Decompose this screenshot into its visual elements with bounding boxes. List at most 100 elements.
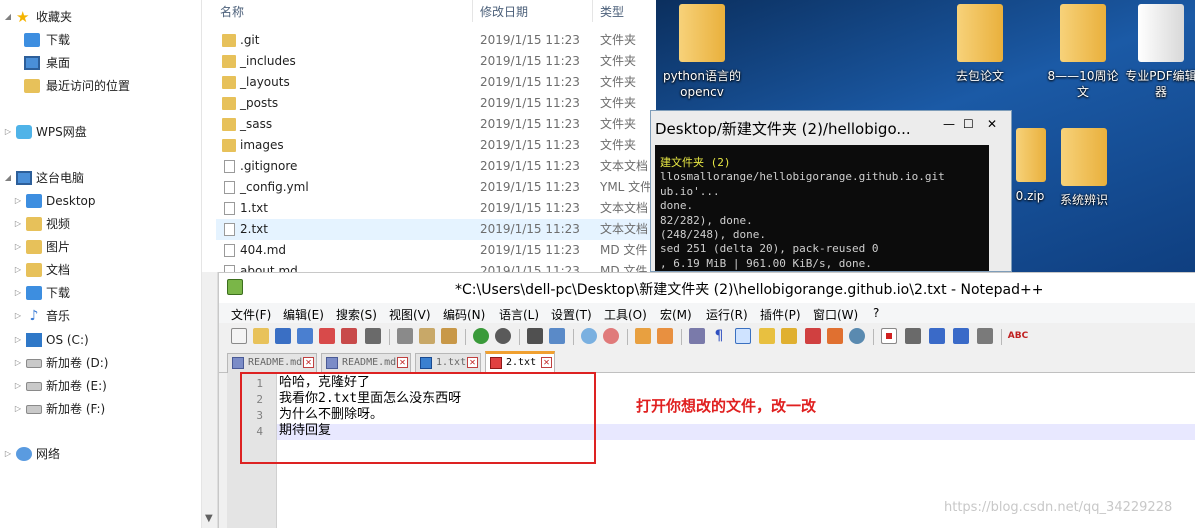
spell-check-icon[interactable]: ABC: [1007, 328, 1029, 344]
column-header-type[interactable]: 类型: [600, 3, 624, 20]
expand-arrow-icon[interactable]: ▷: [2, 443, 14, 465]
file-row-selected[interactable]: 2.txt 2019/1/15 11:23 文本文档: [216, 219, 655, 240]
git-bash-window[interactable]: Desktop/新建文件夹 (2)/hellobigo... — ☐ ✕ 建文件…: [650, 110, 1012, 272]
close-button[interactable]: ✕: [987, 117, 997, 131]
monitoring-icon[interactable]: [849, 328, 865, 344]
menu-edit[interactable]: 编辑(E): [283, 306, 324, 323]
nav-pc-item-pictures[interactable]: ▷ 图片: [12, 236, 192, 258]
find-icon[interactable]: [527, 328, 543, 344]
nav-pc-item-drive-e[interactable]: ▷ 新加卷 (E:): [12, 375, 192, 397]
file-row[interactable]: _sass 2019/1/15 11:23 文件夹: [216, 114, 655, 135]
column-divider[interactable]: [592, 0, 593, 22]
expand-arrow-icon[interactable]: ▷: [12, 236, 24, 258]
column-header-date[interactable]: 修改日期: [480, 3, 528, 20]
user-defined-lang-icon[interactable]: [759, 328, 775, 344]
minimize-button[interactable]: —: [943, 117, 955, 131]
nav-pc-item-drive-f[interactable]: ▷ 新加卷 (F:): [12, 398, 192, 420]
print-icon[interactable]: [365, 328, 381, 344]
tab-readme-1[interactable]: README.md ✕: [227, 353, 317, 373]
menu-search[interactable]: 搜索(S): [336, 306, 377, 323]
close-all-icon[interactable]: [341, 328, 357, 344]
menu-plugins[interactable]: 插件(P): [760, 306, 801, 323]
menu-macro[interactable]: 宏(M): [660, 306, 692, 323]
expand-arrow-icon[interactable]: ▷: [12, 398, 24, 420]
file-row[interactable]: images 2019/1/15 11:23 文件夹: [216, 135, 655, 156]
redo-icon[interactable]: [495, 328, 511, 344]
menu-file[interactable]: 文件(F): [231, 306, 271, 323]
nav-pc-item-downloads[interactable]: ▷ 下载: [12, 282, 192, 304]
tab-readme-2[interactable]: README.md ✕: [321, 353, 411, 373]
nav-pc-item-drive-d[interactable]: ▷ 新加卷 (D:): [12, 352, 192, 374]
file-row[interactable]: .git 2019/1/15 11:23 文件夹: [216, 30, 655, 51]
scroll-down-arrow-icon[interactable]: ▼: [205, 513, 213, 524]
menu-language[interactable]: 语言(L): [499, 306, 539, 323]
file-row[interactable]: about.md 2019/1/15 11:23 MD 文件: [216, 261, 655, 272]
expand-arrow-icon[interactable]: ▷: [12, 213, 24, 235]
terminal-output[interactable]: 建文件夹 (2) llosmallorange/hellobigorange.g…: [655, 145, 989, 271]
expand-arrow-icon[interactable]: ▷: [12, 305, 24, 327]
playback-macro-icon[interactable]: [929, 328, 945, 344]
column-divider[interactable]: [472, 0, 473, 22]
nav-network[interactable]: ▷ 网络: [2, 443, 192, 465]
expand-arrow-icon[interactable]: ▷: [12, 375, 24, 397]
expand-arrow-icon[interactable]: ◢: [2, 167, 14, 189]
nav-downloads[interactable]: 下载: [24, 29, 194, 51]
nav-desktop[interactable]: 桌面: [24, 52, 194, 74]
desktop-icon-paper[interactable]: 去包论文: [940, 4, 1020, 84]
run-macro-multiple-icon[interactable]: [953, 328, 969, 344]
copy-icon[interactable]: [419, 328, 435, 344]
expand-arrow-icon[interactable]: ◢: [2, 6, 14, 28]
nav-wps[interactable]: ▷ WPS网盘: [2, 121, 192, 143]
desktop-icon-pdf-editor[interactable]: 专业PDF编辑器: [1122, 4, 1195, 100]
desktop-icon-python-opencv[interactable]: python语言的opencv: [662, 4, 742, 100]
menu-settings[interactable]: 设置(T): [551, 306, 592, 323]
menu-encoding[interactable]: 编码(N): [443, 306, 485, 323]
expand-arrow-icon[interactable]: ▷: [2, 121, 14, 143]
function-list-icon[interactable]: [805, 328, 821, 344]
nav-pc-item-drive-c[interactable]: ▷ OS (C:): [12, 329, 192, 351]
notepadpp-titlebar[interactable]: *C:\Users\dell-pc\Desktop\新建文件夹 (2)\hell…: [219, 273, 1195, 303]
paste-icon[interactable]: [441, 328, 457, 344]
expand-arrow-icon[interactable]: ▷: [12, 282, 24, 304]
menu-tools[interactable]: 工具(O): [604, 306, 647, 323]
undo-icon[interactable]: [473, 328, 489, 344]
menu-window[interactable]: 窗口(W): [813, 306, 858, 323]
word-wrap-icon[interactable]: [689, 328, 705, 344]
desktop-icon-eight-ten[interactable]: 8——10周论文: [1044, 4, 1122, 100]
save-all-icon[interactable]: [297, 328, 313, 344]
file-row[interactable]: 1.txt 2019/1/15 11:23 文本文档: [216, 198, 655, 219]
nav-recent[interactable]: 最近访问的位置: [24, 75, 194, 97]
close-tab-icon[interactable]: ✕: [397, 357, 408, 368]
close-tab-icon[interactable]: ✕: [467, 357, 478, 368]
doc-map-icon[interactable]: [781, 328, 797, 344]
indent-guide-icon[interactable]: [735, 328, 751, 344]
file-row[interactable]: _layouts 2019/1/15 11:23 文件夹: [216, 72, 655, 93]
nav-this-pc[interactable]: ◢ 这台电脑: [2, 167, 192, 189]
replace-icon[interactable]: [549, 328, 565, 344]
close-tab-icon[interactable]: ✕: [541, 357, 552, 368]
file-row[interactable]: _config.yml 2019/1/15 11:23 YML 文件: [216, 177, 655, 198]
tab-1-txt[interactable]: 1.txt ✕: [415, 353, 481, 373]
stop-recording-icon[interactable]: [905, 328, 921, 344]
expand-arrow-icon[interactable]: ▷: [12, 190, 24, 212]
menu-help[interactable]: ?: [873, 306, 879, 320]
new-file-icon[interactable]: [231, 328, 247, 344]
nav-pc-item-documents[interactable]: ▷ 文档: [12, 259, 192, 281]
zoom-in-icon[interactable]: [581, 328, 597, 344]
zoom-out-icon[interactable]: [603, 328, 619, 344]
file-row[interactable]: .gitignore 2019/1/15 11:23 文本文档: [216, 156, 655, 177]
save-macro-icon[interactable]: [977, 328, 993, 344]
expand-arrow-icon[interactable]: ▷: [12, 329, 24, 351]
column-header-name[interactable]: 名称: [220, 3, 244, 20]
nav-pc-item-desktop[interactable]: ▷ Desktop: [12, 190, 192, 212]
maximize-button[interactable]: ☐: [963, 117, 974, 131]
sync-vertical-icon[interactable]: [635, 328, 651, 344]
file-row[interactable]: 404.md 2019/1/15 11:23 MD 文件: [216, 240, 655, 261]
nav-pc-item-videos[interactable]: ▷ 视频: [12, 213, 192, 235]
folder-as-workspace-icon[interactable]: [827, 328, 843, 344]
open-file-icon[interactable]: [253, 328, 269, 344]
desktop-icon-system-id[interactable]: 系统辨识: [1044, 128, 1124, 208]
save-icon[interactable]: [275, 328, 291, 344]
close-tab-icon[interactable]: ✕: [303, 357, 314, 368]
cut-icon[interactable]: [397, 328, 413, 344]
